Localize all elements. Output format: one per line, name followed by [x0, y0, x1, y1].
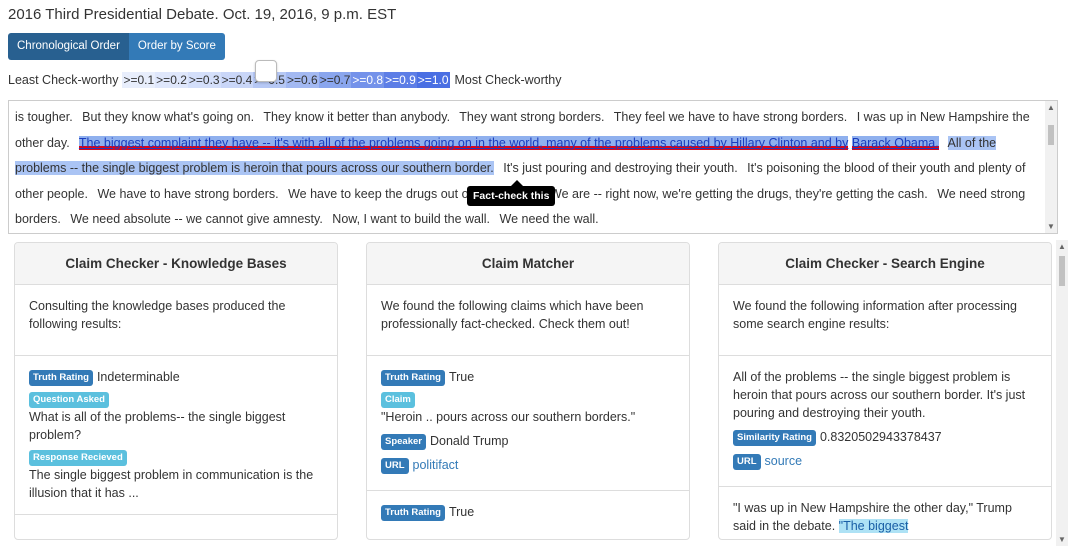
- scale-segment: >=0.3: [187, 72, 221, 88]
- matched-claim: Truth Rating True: [367, 491, 689, 537]
- transcript-sentence[interactable]: They feel we have to have strong borders…: [614, 110, 847, 124]
- scroll-up-arrow-icon[interactable]: ▲: [1058, 242, 1066, 251]
- question-asked-label: Question Asked: [29, 392, 109, 408]
- search-result: All of the problems -- the single bigges…: [719, 356, 1051, 487]
- claim-matcher-panel: Claim Matcher We found the following cla…: [366, 242, 690, 540]
- url-label: URL: [381, 458, 409, 474]
- speaker-value: Donald Trump: [429, 434, 509, 448]
- scroll-down-arrow-icon[interactable]: ▼: [1058, 535, 1066, 544]
- fact-check-tooltip[interactable]: Fact-check this: [467, 186, 556, 206]
- scale-segment: >=0.7: [318, 72, 352, 88]
- search-quote-highlight: "The biggest: [838, 519, 909, 533]
- order-by-score-button[interactable]: Order by Score: [128, 33, 225, 60]
- truth-rating-value: Indeterminable: [96, 370, 180, 384]
- truth-rating-value: True: [448, 505, 475, 519]
- sort-button-group: Chronological Order Order by Score: [8, 33, 225, 60]
- claim-text: "Heroin .. pours across our southern bor…: [381, 410, 636, 424]
- scale-segment: >=1.0: [416, 72, 450, 88]
- knowledge-bases-panel: Claim Checker - Knowledge Bases Consulti…: [14, 242, 338, 540]
- scale-segment: >=0.1: [122, 72, 156, 88]
- transcript-sentence[interactable]: We need absolute -- we cannot give amnes…: [70, 212, 322, 226]
- transcript-sentence[interactable]: We are -- right now, we're getting the d…: [550, 187, 928, 201]
- truth-rating-label: Truth Rating: [381, 505, 445, 521]
- transcript-sentence[interactable]: It's just pouring and destroying their y…: [503, 161, 737, 175]
- scroll-up-arrow-icon[interactable]: ▲: [1047, 103, 1055, 112]
- scale-segment: >=0.4: [220, 72, 254, 88]
- panel-heading: Claim Checker - Search Engine: [719, 243, 1051, 285]
- scale-segment: >=0.9: [384, 72, 417, 88]
- truth-rating-label: Truth Rating: [29, 370, 93, 386]
- search-engine-panel: Claim Checker - Search Engine We found t…: [718, 242, 1052, 540]
- transcript-sentence[interactable]: We have to have strong borders.: [97, 187, 278, 201]
- transcript-sentence[interactable]: Now, I want to build the wall.: [332, 212, 490, 226]
- transcript-panel: is tougher. But they know what's going o…: [8, 100, 1058, 234]
- transcript-sentence[interactable]: They want strong borders.: [459, 110, 604, 124]
- transcript-sentence[interactable]: is tougher.: [15, 110, 73, 124]
- scale-segment: >=0.8: [351, 72, 385, 88]
- selected-claim-sentence[interactable]: The biggest complaint they have -- it's …: [78, 135, 849, 150]
- response-text: The single biggest problem in communicat…: [29, 468, 314, 500]
- scrollbar-thumb[interactable]: [1059, 256, 1065, 286]
- scale-segment: >=0.2: [155, 72, 188, 88]
- scale-segments: >=0.1>=0.2>=0.3>=0.4>=0.5>=0.6>=0.7>=0.8…: [122, 72, 450, 88]
- panel-heading: Claim Checker - Knowledge Bases: [15, 243, 337, 285]
- panel-intro: We found the following claims which have…: [367, 285, 689, 356]
- similarity-rating-label: Similarity Rating: [733, 430, 816, 446]
- search-result: "I was up in New Hampshire the other day…: [719, 487, 1051, 539]
- panel-intro: Consulting the knowledge bases produced …: [15, 285, 337, 356]
- politifact-link[interactable]: politifact: [413, 458, 459, 472]
- transcript-sentence[interactable]: We need the wall.: [500, 212, 599, 226]
- page-title: 2016 Third Presidential Debate. Oct. 19,…: [8, 6, 397, 23]
- kb-result: Truth Rating Indeterminable Question Aske…: [15, 356, 337, 515]
- transcript-sentence[interactable]: But they know what's going on.: [82, 110, 254, 124]
- transcript-scrollbar[interactable]: ▲ ▼: [1045, 101, 1057, 233]
- panel-heading: Claim Matcher: [367, 243, 689, 285]
- scrollbar-thumb[interactable]: [1048, 125, 1054, 145]
- scale-segment: >=0.6: [285, 72, 319, 88]
- checkworthiness-scale: Least Check-worthy >=0.1 >=0.2 >=0.3 >=0.4 >…: [8, 72, 561, 88]
- truth-rating-label: Truth Rating: [381, 370, 445, 386]
- speaker-label: Speaker: [381, 434, 426, 450]
- page-scrollbar[interactable]: ▲ ▼: [1056, 240, 1068, 546]
- response-received-label: Response Recieved: [29, 450, 127, 466]
- truth-rating-value: True: [448, 370, 475, 384]
- search-result-text: All of the problems -- the single bigges…: [733, 370, 1026, 420]
- scale-left-label: Least Check-worthy: [8, 73, 119, 87]
- question-text: What is all of the problems-- the single…: [29, 410, 286, 442]
- scroll-down-arrow-icon[interactable]: ▼: [1047, 222, 1055, 231]
- claim-label: Claim: [381, 392, 415, 408]
- threshold-slider-handle[interactable]: [255, 60, 277, 82]
- scale-right-label: Most Check-worthy: [454, 73, 562, 87]
- matched-claim: Truth Rating True Claim "Heroin .. pours …: [367, 356, 689, 491]
- panel-intro: We found the following information after…: [719, 285, 1051, 356]
- similarity-rating-value: 0.8320502943378437: [819, 430, 942, 444]
- transcript-sentence[interactable]: They know it better than anybody.: [263, 110, 450, 124]
- chronological-order-button[interactable]: Chronological Order: [8, 33, 129, 60]
- url-label: URL: [733, 454, 761, 470]
- source-link[interactable]: source: [765, 454, 803, 468]
- selected-claim-sentence-end[interactable]: Barack Obama.: [851, 135, 939, 150]
